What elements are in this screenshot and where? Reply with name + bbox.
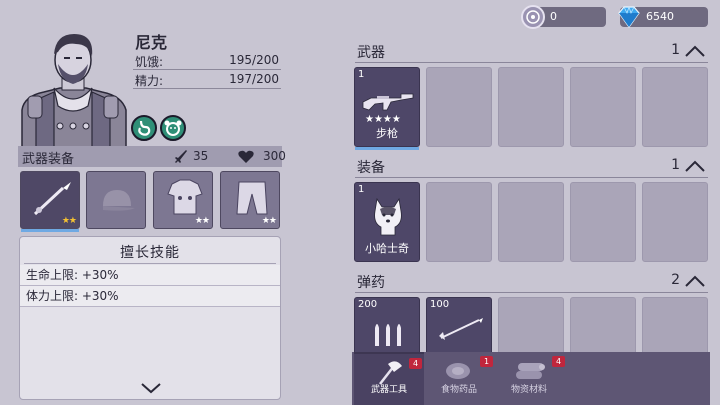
arrow-icon [439,318,483,340]
energy-label: 精力: [135,74,164,88]
equip-slot-body[interactable]: ★★ [153,171,213,229]
diamond-icon [618,5,640,29]
heart-icon [238,150,254,163]
sword-icon [175,150,187,163]
item-qty: 1 [358,184,365,195]
active-slot-indicator [21,229,79,232]
inventory-empty-slot[interactable] [498,182,564,262]
section-title-equipment: 装备 [357,160,385,176]
item-stars: ★★★★ [365,114,401,125]
tab-materials[interactable]: 4 物资材料 [494,352,565,405]
hunger-stat: 饥饿: 195/200 [133,51,281,70]
tab-label: 武器工具 [370,385,407,395]
character-name: 尼克 [135,33,168,52]
husky-icon [374,197,402,236]
inventory-empty-slot[interactable] [570,67,636,147]
section-title-ammo: 弹药 [357,275,385,291]
hunger-value: 195/200 [229,53,279,67]
slot-stars: ★★ [261,216,277,226]
section-count-ammo: 2 [671,272,680,288]
coin-counter: 0 [521,5,606,29]
item-name: 步枪 [376,127,398,140]
inventory-item-rifle[interactable]: 1 ★★★★ 步枪 [354,67,420,150]
section-divider [355,177,708,178]
hunger-label: 饥饿: [135,55,164,69]
equipment-header: 武器装备 35 300 [18,146,286,167]
health-value: 300 [263,149,286,163]
tab-badge: 4 [552,356,565,367]
energy-value: 197/200 [229,72,279,86]
slot-stars: ★★ [194,216,210,226]
equip-slot-legs[interactable]: ★★ [220,171,280,229]
meat-icon [446,363,470,379]
tab-badge: 4 [409,358,422,369]
tab-label: 物资材料 [510,385,547,395]
skills-panel: 擅长技能 生命上限: +30% 体力上限: +30% [19,236,281,400]
section-divider [355,292,708,293]
inventory-empty-slot[interactable] [570,182,636,262]
pants-icon [236,181,268,215]
chevron-up-icon[interactable] [684,44,706,58]
stomach-status-icon[interactable] [131,115,157,141]
tab-label: 食物药品 [440,385,477,395]
skills-title: 擅长技能 [24,242,276,264]
section-title-weapons: 武器 [357,45,385,61]
chevron-up-icon[interactable] [684,274,706,288]
inventory-empty-slot[interactable] [498,67,564,147]
diamond-counter: 6540 [618,5,708,29]
inventory-empty-slot[interactable] [642,182,708,262]
tab-badge: 1 [480,356,493,367]
chevron-down-icon[interactable] [139,381,163,395]
attack-value: 35 [193,149,209,163]
skill-line: 生命上限: +30% [20,265,280,286]
tab-weapons-tools[interactable]: 4 武器工具 [354,352,424,405]
character-portrait [21,34,127,148]
tab-food-medicine[interactable]: 1 食物药品 [424,352,494,405]
skill-line: 体力上限: +30% [20,286,280,307]
slot-stars: ★★ [61,216,77,226]
cap-icon [103,190,135,211]
item-name: 小哈士奇 [365,242,409,255]
spear-icon [33,182,71,216]
inventory-empty-slot[interactable] [642,67,708,147]
coin-value: 0 [550,10,557,23]
inventory-empty-slot[interactable] [426,67,492,147]
energy-stat: 精力: 197/200 [133,70,281,89]
section-count-equipment: 1 [671,157,680,173]
chevron-up-icon[interactable] [684,159,706,173]
inventory-empty-slot[interactable] [426,182,492,262]
item-qty: 1 [358,69,365,80]
diamond-value: 6540 [646,10,674,23]
mood-status-icon[interactable] [160,115,186,141]
logs-icon [516,363,545,379]
coin-icon [521,5,545,29]
equip-slot-head[interactable] [86,171,146,229]
section-count-weapons: 1 [671,42,680,58]
rifle-icon [362,93,414,111]
selected-item-indicator [355,147,419,150]
item-qty: 200 [358,299,378,310]
section-divider [355,62,708,63]
equipment-title: 武器装备 [22,152,75,167]
armor-icon [167,179,203,215]
item-qty: 100 [430,299,450,310]
equip-slot-weapon[interactable]: ★★ [20,171,80,232]
inventory-item-husky[interactable]: 1 小哈士奇 [354,182,420,262]
bullets-icon [375,324,401,346]
